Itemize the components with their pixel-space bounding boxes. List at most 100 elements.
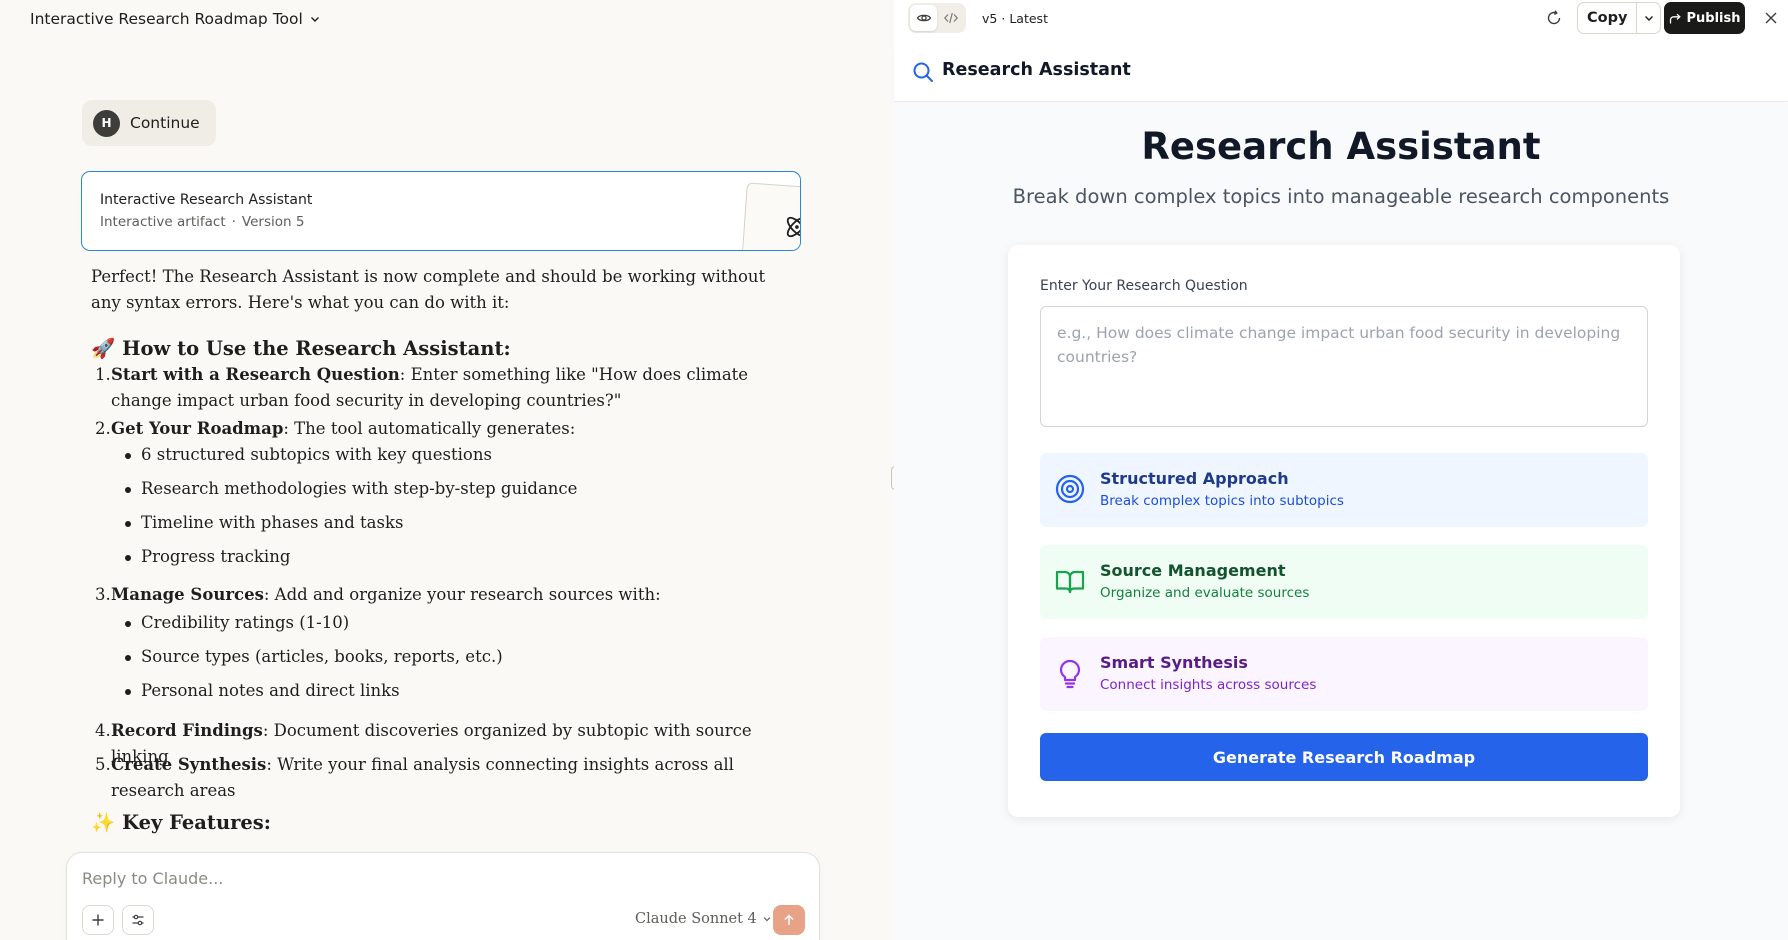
version-label: v5 [982, 11, 998, 26]
arrow-up-icon [784, 914, 794, 925]
bullet-text: 6 structured subtopics with key question… [141, 445, 492, 464]
list-item: Progress tracking [125, 544, 290, 570]
feature-title: Source Management [1100, 561, 1286, 580]
avatar: H [93, 109, 120, 137]
user-message-text: Continue [130, 114, 200, 132]
artifact-card-title: Interactive Research Assistant [100, 192, 313, 208]
feature-source-management: Source Management Organize and evaluate … [1040, 545, 1648, 619]
share-arrow-icon [1669, 13, 1681, 23]
app-name: Research Assistant [942, 60, 1131, 80]
question-label: Enter Your Research Question [1040, 278, 1248, 294]
step-number: 2. [95, 419, 111, 438]
step-number: 5. [95, 755, 111, 774]
code-tab[interactable] [937, 5, 964, 31]
step-3: 3. Manage Sources: Add and organize your… [91, 582, 781, 608]
tools-button[interactable] [122, 905, 154, 935]
artifact-pane: v5 · Latest Copy Publish Research Assist… [894, 0, 1788, 940]
feature-smart-synthesis: Smart Synthesis Connect insights across … [1040, 637, 1648, 711]
user-message: H Continue [82, 100, 216, 146]
code-icon [943, 12, 958, 24]
key-features-heading: ✨ Key Features: [91, 811, 271, 834]
copy-button-group: Copy [1577, 2, 1662, 34]
model-name: Claude Sonnet 4 [635, 911, 757, 927]
app-header: Research Assistant [894, 50, 1788, 102]
target-icon [1055, 474, 1085, 504]
conversation-title-menu[interactable]: Interactive Research Roadmap Tool [30, 8, 321, 30]
publish-label: Publish [1686, 10, 1741, 26]
version-indicator[interactable]: v5 · Latest [982, 11, 1048, 26]
step-text: : Add and organize your research sources… [263, 585, 661, 604]
step-text: : The tool automatically generates: [283, 419, 576, 438]
artifact-thumbnail [741, 182, 800, 250]
message-composer: Reply to Claude... Claude Sonnet 4 [66, 852, 820, 940]
research-question-input[interactable] [1040, 306, 1648, 427]
bullet-text: Progress tracking [141, 547, 291, 566]
copy-button[interactable]: Copy [1578, 3, 1636, 33]
conversation-title: Interactive Research Roadmap Tool [30, 10, 303, 28]
feature-description: Break complex topics into subtopics [1100, 493, 1344, 509]
step-title: Manage Sources [111, 585, 264, 604]
step-number: 1. [95, 365, 111, 384]
artifact-card-meta: Interactive artifact · Version 5 [100, 214, 304, 230]
step-number: 4. [95, 721, 111, 740]
feature-title: Smart Synthesis [1100, 653, 1248, 672]
book-open-icon [1055, 570, 1085, 594]
lightbulb-icon [1059, 659, 1081, 689]
feature-structured-approach: Structured Approach Break complex topics… [1040, 453, 1648, 527]
list-item: Credibility ratings (1-10) [125, 610, 349, 636]
artifact-toolbar: v5 · Latest Copy Publish [894, 0, 1788, 38]
send-button[interactable] [773, 905, 805, 935]
conversation-pane: Interactive Research Roadmap Tool H Cont… [0, 0, 894, 940]
search-icon [913, 62, 933, 82]
publish-button[interactable]: Publish [1664, 2, 1745, 34]
question-card: Enter Your Research Question Structured … [1008, 245, 1680, 817]
artifact-type: Interactive artifact [100, 214, 226, 230]
eye-icon [916, 14, 931, 22]
artifact-card[interactable]: Interactive Research Assistant Interacti… [81, 171, 801, 251]
step-5: 5. Create Synthesis: Write your final an… [91, 752, 781, 804]
page-title: Research Assistant [1141, 125, 1541, 168]
reply-input[interactable]: Reply to Claude... [82, 869, 223, 888]
close-artifact-button[interactable] [1760, 7, 1782, 29]
feature-description: Organize and evaluate sources [1100, 585, 1310, 601]
add-attachment-button[interactable] [82, 905, 114, 935]
step-title: Create Synthesis [111, 755, 267, 774]
step-2: 2. Get Your Roadmap: The tool automatica… [91, 416, 781, 442]
bullet-text: Research methodologies with step-by-step… [141, 479, 578, 498]
artifact-version: Version 5 [241, 214, 305, 230]
model-selector[interactable]: Claude Sonnet 4 [635, 911, 772, 927]
how-to-use-heading: 🚀 How to Use the Research Assistant: [91, 337, 511, 360]
app-main: Research Assistant Break down complex to… [894, 103, 1788, 940]
bullet-text: Source types (articles, books, reports, … [141, 647, 503, 666]
feature-description: Connect insights across sources [1100, 677, 1317, 693]
version-separator: · [1001, 11, 1006, 26]
plus-icon [92, 914, 104, 926]
step-title: Record Findings [111, 721, 263, 740]
bullet-text: Personal notes and direct links [141, 681, 400, 700]
list-item: Source types (articles, books, reports, … [125, 644, 503, 670]
list-item: Personal notes and direct links [125, 678, 400, 704]
step-1: 1. Start with a Research Question: Enter… [91, 362, 781, 414]
view-toggle [908, 3, 966, 33]
list-item: Timeline with phases and tasks [125, 510, 403, 536]
copy-options-button[interactable] [1636, 3, 1660, 33]
bullet-text: Timeline with phases and tasks [141, 513, 404, 532]
step-number: 3. [95, 585, 111, 604]
page-subtitle: Break down complex topics into manageabl… [1012, 185, 1670, 208]
bullet-text: Credibility ratings (1-10) [141, 613, 350, 632]
step-title: Get Your Roadmap [111, 419, 284, 438]
atom-icon [786, 216, 800, 238]
generate-roadmap-button[interactable]: Generate Research Roadmap [1040, 733, 1648, 781]
preview-tab[interactable] [910, 5, 937, 31]
refresh-button[interactable] [1542, 6, 1566, 30]
chevron-down-icon [1644, 16, 1653, 21]
chevron-down-icon [763, 917, 771, 922]
response-intro: Perfect! The Research Assistant is now c… [91, 267, 766, 312]
artifact-meta-separator: · [231, 214, 236, 230]
version-status: Latest [1009, 11, 1048, 26]
step-title: Start with a Research Question [111, 365, 400, 384]
list-item: Research methodologies with step-by-step… [125, 476, 577, 502]
refresh-icon [1547, 10, 1561, 25]
close-icon [1765, 12, 1777, 24]
chevron-down-icon [310, 17, 319, 22]
